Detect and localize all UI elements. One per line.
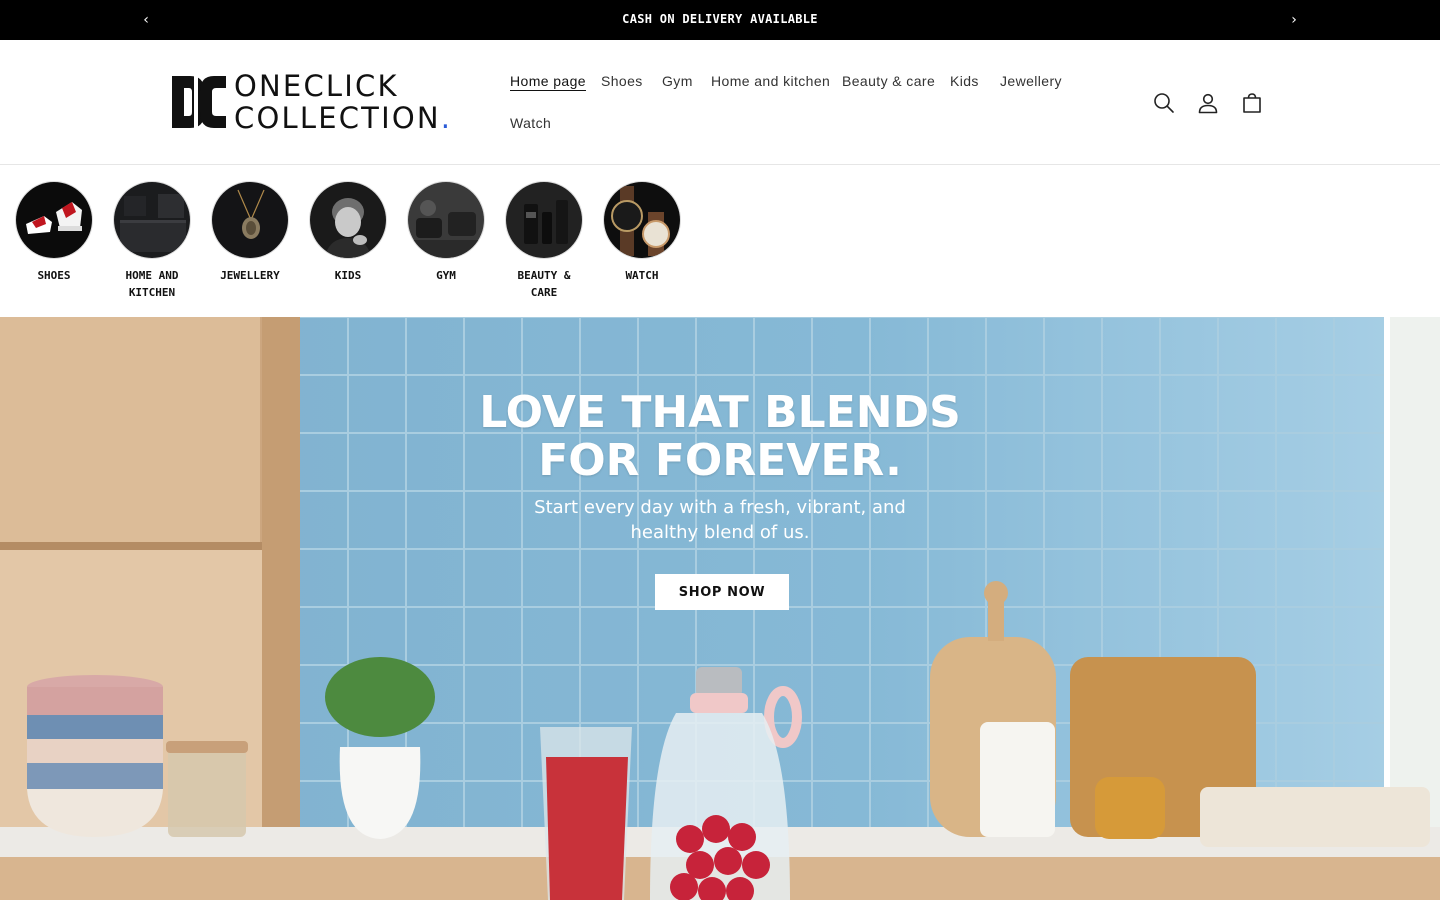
hero-headline: LOVE THAT BLENDS FOR FOREVER. — [420, 389, 1020, 485]
hero-headline-line-1: LOVE THAT BLENDS — [479, 387, 961, 438]
category-watch-label: WATCH — [625, 269, 659, 282]
site-header: ONECLICK COLLECTION. Home page Shoes Gym… — [0, 40, 1440, 165]
category-shoes[interactable]: SHOES — [5, 181, 103, 284]
brand-line-1: ONECLICK — [234, 69, 399, 103]
category-jewellery[interactable]: JEWELLERY — [201, 181, 299, 284]
logo-mark-icon — [172, 72, 226, 132]
nav-item-shoes[interactable]: Shoes — [601, 73, 643, 89]
category-gym-image — [407, 181, 485, 259]
category-gym[interactable]: GYM — [397, 181, 495, 284]
nav-item-kids[interactable]: Kids — [950, 73, 979, 89]
hero-headline-line-2: FOR FOREVER. — [538, 435, 902, 486]
account-icon[interactable] — [1195, 90, 1221, 116]
category-watch[interactable]: WATCH — [593, 181, 691, 284]
chevron-right-icon[interactable]: › — [1284, 10, 1304, 30]
brand-logo[interactable]: ONECLICK COLLECTION. — [170, 70, 470, 134]
hero-subheading: Start every day with a fresh, vibrant, a… — [500, 495, 940, 545]
brand-line-2-text: COLLECTION — [234, 101, 441, 135]
category-home-and-kitchen-image — [113, 181, 191, 259]
category-home-and-kitchen[interactable]: HOME AND KITCHEN — [103, 181, 201, 301]
shop-now-button[interactable]: SHOP NOW — [655, 574, 789, 610]
category-jewellery-label: JEWELLERY — [220, 269, 280, 282]
nav-item-watch[interactable]: Watch — [510, 115, 551, 131]
hero-banner: LOVE THAT BLENDS FOR FOREVER. Start ever… — [0, 317, 1440, 900]
category-kids-label: KIDS — [334, 269, 362, 282]
category-kids-image — [309, 181, 387, 259]
hero-subheading-line-1: Start every day with a fresh, vibrant, a… — [534, 497, 906, 518]
category-home-and-kitchen-label: HOME AND KITCHEN — [125, 269, 179, 299]
category-shoes-image — [15, 181, 93, 259]
announcement-message: CASH ON DELIVERY AVAILABLE — [622, 12, 818, 26]
brand-dot: . — [440, 101, 453, 135]
search-icon[interactable] — [1151, 90, 1177, 116]
nav-item-gym[interactable]: Gym — [662, 73, 693, 89]
category-jewellery-image — [211, 181, 289, 259]
nav-item-jewellery[interactable]: Jewellery — [1000, 73, 1062, 89]
brand-line-2: COLLECTION. — [234, 102, 452, 134]
category-gym-label: GYM — [436, 269, 456, 282]
announcement-bar: ‹ CASH ON DELIVERY AVAILABLE › — [0, 0, 1440, 40]
hero-subheading-line-2: healthy blend of us. — [630, 522, 810, 543]
nav-item-home-page[interactable]: Home page — [510, 73, 586, 89]
nav-item-beauty-care[interactable]: Beauty & care — [842, 73, 935, 89]
nav-item-home-and-kitchen[interactable]: Home and kitchen — [711, 73, 830, 89]
category-beauty-care-image — [505, 181, 583, 259]
category-beauty-care-label: BEAUTY & CARE — [517, 269, 571, 299]
cart-icon[interactable] — [1239, 90, 1265, 116]
category-watch-image — [603, 181, 681, 259]
brand-name: ONECLICK COLLECTION. — [234, 70, 452, 134]
category-beauty-care[interactable]: BEAUTY & CARE — [495, 181, 593, 301]
category-shoes-label: SHOES — [37, 269, 71, 282]
category-kids[interactable]: KIDS — [299, 181, 397, 284]
category-row: SHOES HOME AND KITCHEN JEWELLERY KIDS GY… — [0, 165, 1440, 317]
